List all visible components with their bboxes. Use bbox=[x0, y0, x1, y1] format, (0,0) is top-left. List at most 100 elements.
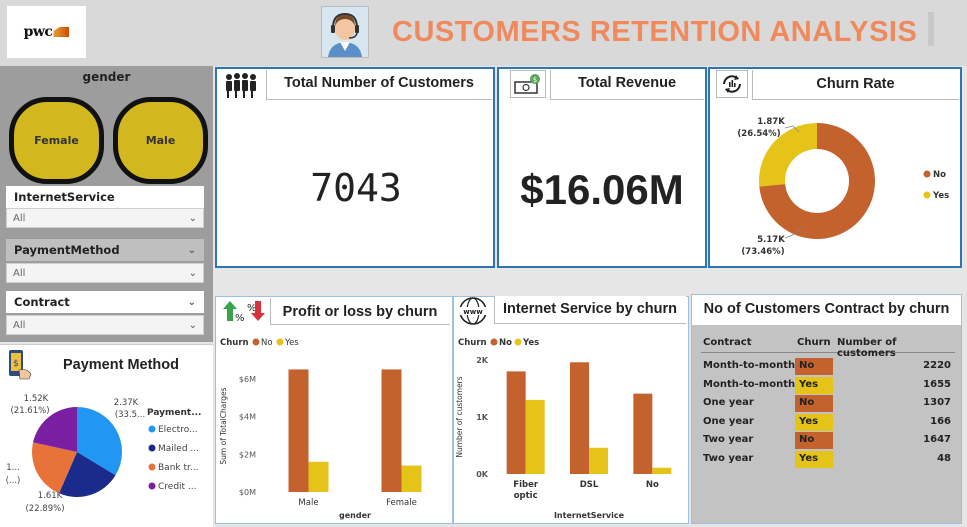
payment-label-value-0: 2.37K bbox=[114, 398, 139, 408]
svg-text:$: $ bbox=[13, 359, 19, 369]
contract-cell: One year bbox=[703, 397, 754, 408]
bar-female-no bbox=[381, 369, 402, 492]
legend-no-dot bbox=[923, 170, 931, 178]
payment-method-slicer-header: PaymentMethod ⌄ bbox=[6, 239, 204, 261]
chart-x-tick-0-0: Fiber bbox=[513, 480, 539, 490]
internet-service-slicer-label: InternetService bbox=[14, 190, 115, 204]
payment-label-percent-3: (21.61%) bbox=[10, 406, 49, 416]
contract-cell: Month-to-month bbox=[703, 360, 796, 371]
payment-legend-dot-0 bbox=[148, 425, 156, 433]
chevron-down-icon[interactable]: ⌄ bbox=[188, 245, 196, 256]
total-customers-title: Total Number of Customers bbox=[284, 75, 474, 91]
count-cell: 1655 bbox=[923, 378, 951, 390]
payment-legend-label-2: Bank tr... bbox=[158, 463, 198, 473]
payment-method-pie-chart: 2.37K (33.5... 1.52K (21.61%) 1... (...) 1.61K… bbox=[6, 394, 202, 514]
payment-legend-dot-2 bbox=[148, 463, 156, 471]
churn-cell: No bbox=[795, 358, 833, 375]
chart-y-tick-3: $6M bbox=[239, 375, 256, 384]
payment-method-value: All bbox=[13, 267, 26, 279]
profit-by-churn-bar-chart: Churn No Yes Sum of TotalCharges $0M $2M $4M $6… bbox=[219, 338, 422, 520]
chart-legend-label-1: Yes bbox=[284, 338, 299, 348]
page-title: CUSTOMERS RETENTION ANALYSIS bbox=[392, 16, 918, 48]
payment-legend-title: Payment... bbox=[147, 408, 201, 418]
chart-legend-label-1: Yes bbox=[522, 338, 539, 348]
mobile-payment-icon: $ bbox=[4, 347, 34, 381]
table-row: Two year Yes 48 bbox=[701, 450, 955, 469]
churn-no-percent-label: (73.46%) bbox=[741, 247, 784, 257]
chart-legend-dot-1 bbox=[276, 338, 284, 346]
chart-x-axis-label: gender bbox=[339, 511, 371, 520]
payment-legend-dot-1 bbox=[148, 444, 156, 452]
churn-rate-title: Churn Rate bbox=[816, 76, 895, 92]
churn-cell: Yes bbox=[795, 376, 833, 394]
chart-y-tick-0: 0K bbox=[476, 470, 489, 479]
chart-legend-dot-1 bbox=[514, 338, 522, 346]
logo-flag-icon bbox=[53, 27, 70, 37]
chart-legend-title: Churn bbox=[220, 338, 249, 348]
chevron-down-icon: ⌄ bbox=[188, 267, 197, 279]
internet-service-bar-chart: Churn No Yes Number of customers 0K 1K 2K Fiber… bbox=[455, 338, 672, 520]
payment-label-value-3: 1.52K bbox=[24, 394, 49, 404]
chart-x-tick-0-0: Male bbox=[298, 498, 318, 508]
internet-chart-title: Internet Service by churn bbox=[502, 301, 678, 317]
gender-female-button[interactable]: Female bbox=[9, 97, 104, 184]
contract-cell: One year bbox=[703, 415, 754, 427]
money-icon: $ bbox=[510, 70, 546, 98]
chart-x-tick-1-0: Female bbox=[386, 498, 417, 508]
chevron-down-icon: ⌄ bbox=[188, 212, 197, 224]
chart-legend-title: Churn bbox=[458, 338, 487, 348]
contract-table-title: No of Customers Contract by churn bbox=[703, 301, 950, 317]
gender-male-button[interactable]: Male bbox=[113, 97, 208, 184]
chart-y-tick-2: 2K bbox=[476, 356, 489, 365]
payment-legend-dot-3 bbox=[148, 482, 156, 490]
bar-no-yes bbox=[652, 467, 672, 474]
legend-yes-dot bbox=[923, 191, 931, 199]
contract-cell: Month-to-month bbox=[703, 378, 796, 390]
table-row: One year Yes 166 bbox=[701, 413, 955, 432]
profit-chart-title: Profit or loss by churn bbox=[282, 304, 438, 320]
column-header-contract[interactable]: Contract bbox=[703, 337, 752, 348]
chart-x-axis-label: InternetService bbox=[554, 511, 625, 520]
payment-legend-label-0: Electro... bbox=[158, 425, 198, 435]
chart-y-axis-label: Number of customers bbox=[455, 376, 464, 457]
count-cell: 166 bbox=[930, 415, 951, 427]
bar-dsl-yes bbox=[589, 447, 608, 474]
logo-text: pwc bbox=[23, 24, 53, 40]
chart-legend-label-0: No bbox=[261, 338, 273, 348]
payment-method-dropdown[interactable]: All ⌄ bbox=[6, 263, 204, 283]
internet-service-dropdown[interactable]: All ⌄ bbox=[6, 208, 204, 228]
bar-male-yes bbox=[308, 461, 329, 492]
churn-cycle-icon bbox=[716, 70, 748, 98]
table-header-row: Contract Churn Number of customers bbox=[701, 335, 955, 359]
contract-slicer-header: Contract ⌄ bbox=[6, 291, 204, 313]
chart-y-axis-label: Sum of TotalCharges bbox=[219, 387, 228, 464]
customer-support-avatar-icon bbox=[321, 6, 369, 58]
chart-y-tick-1: $2M bbox=[239, 450, 256, 459]
svg-text:$: $ bbox=[533, 76, 537, 84]
chevron-down-icon: ⌄ bbox=[188, 319, 197, 331]
payment-label-percent-2: (...) bbox=[6, 476, 21, 486]
churn-cell: No bbox=[795, 395, 833, 412]
column-header-churn[interactable]: Churn bbox=[797, 337, 831, 348]
chevron-down-icon[interactable]: ⌄ bbox=[188, 297, 196, 308]
chart-x-tick-2-0: No bbox=[646, 480, 659, 490]
svg-text:%: % bbox=[235, 313, 245, 323]
chart-legend-dot-0 bbox=[252, 338, 260, 346]
column-header-count[interactable]: Number of customers bbox=[837, 337, 955, 359]
table-row: Month-to-month No 2220 bbox=[701, 358, 955, 376]
bar-male-no bbox=[288, 369, 309, 492]
contract-dropdown[interactable]: All ⌄ bbox=[6, 315, 204, 335]
svg-text:www: www bbox=[463, 308, 483, 316]
payment-label-value-2: 1... bbox=[6, 463, 20, 473]
payment-label-value-1: 1.61K bbox=[38, 491, 63, 501]
payment-legend-label-3: Credit ... bbox=[158, 482, 197, 492]
churn-cell: Yes bbox=[795, 413, 833, 431]
contract-cell: Two year bbox=[703, 434, 754, 445]
total-revenue-value: $16.06M bbox=[520, 166, 684, 213]
contract-cell: Two year bbox=[703, 452, 754, 464]
contract-slicer-label: Contract bbox=[14, 295, 70, 309]
percent-up-down-icon: % % bbox=[220, 298, 266, 324]
contract-churn-table: Contract Churn Number of customers Month… bbox=[697, 331, 959, 521]
chart-legend-dot-0 bbox=[490, 338, 498, 346]
legend-no-label: No bbox=[933, 170, 946, 180]
